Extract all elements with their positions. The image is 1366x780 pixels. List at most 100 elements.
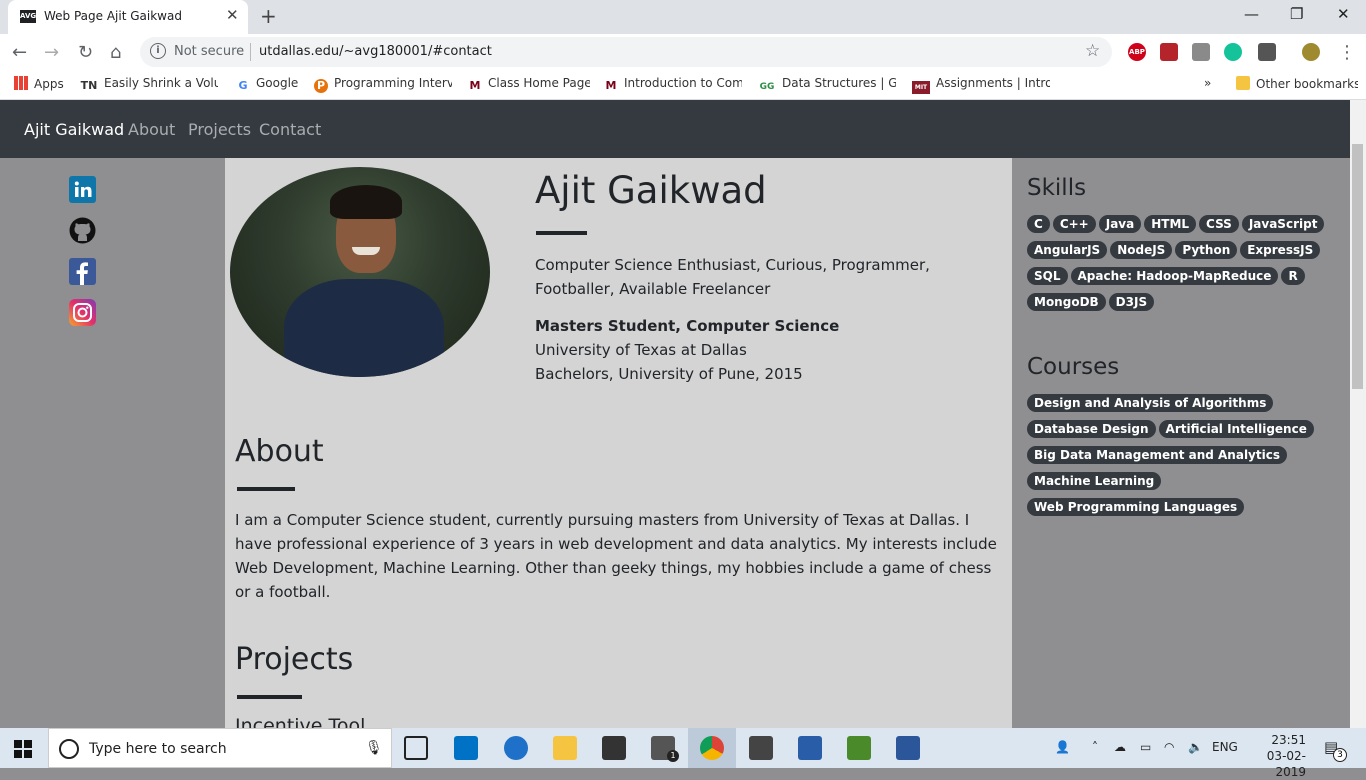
photo-hair: [330, 185, 402, 219]
tab-strip: AVG Web Page Ajit Gaikwad ✕ + — ❐ ✕: [0, 0, 1366, 34]
windows-taskbar: Type here to search 🎙 1 👤 ˄ ☁ ▭ ◠ 🔈 ENG …: [0, 728, 1366, 779]
chrome-icon[interactable]: [700, 736, 724, 760]
navbar-brand[interactable]: Ajit Gaikwad: [24, 120, 124, 139]
nav-link-projects[interactable]: Projects: [188, 120, 251, 139]
reload-icon[interactable]: ↻: [78, 42, 93, 63]
name-underline: [536, 231, 587, 235]
battery-icon[interactable]: ▭: [1140, 740, 1151, 754]
course-badge: Machine Learning: [1027, 472, 1162, 490]
skill-badge: MongoDB: [1027, 293, 1106, 311]
page-scrollbar[interactable]: [1350, 100, 1366, 728]
back-icon[interactable]: ←: [12, 42, 27, 63]
profile-avatar[interactable]: [1302, 43, 1320, 61]
new-tab-icon[interactable]: +: [260, 4, 277, 28]
skill-badge: HTML: [1144, 215, 1197, 233]
adblock-icon[interactable]: ABP: [1128, 43, 1146, 61]
browser-tab[interactable]: AVG Web Page Ajit Gaikwad ✕: [8, 0, 248, 34]
skills-badges: C C++ Java HTML CSS JavaScript AngularJS NodeJS…: [1027, 213, 1350, 317]
bookmarks-overflow[interactable]: »: [1204, 76, 1218, 94]
chevron-up-icon[interactable]: ˄: [1092, 740, 1098, 754]
courses-heading: Courses: [1027, 354, 1120, 380]
scrollbar-thumb[interactable]: [1352, 144, 1363, 389]
browser-chrome: AVG Web Page Ajit Gaikwad ✕ + — ❐ ✕ ← → …: [0, 0, 1366, 100]
avg-favicon-icon: AVG: [20, 10, 36, 23]
bookmark-other[interactable]: Other bookmarks: [1236, 76, 1358, 94]
bookmark-programming-interview[interactable]: PProgramming Interview: [314, 76, 452, 94]
mail-badge: 1: [667, 750, 679, 762]
skills-sidebar: Skills C C++ Java HTML CSS JavaScript AngularJ…: [1012, 158, 1350, 728]
github-icon[interactable]: [69, 217, 96, 244]
site-navbar: Ajit Gaikwad About Projects Contact: [0, 100, 1350, 158]
grammarly-icon[interactable]: [1224, 43, 1242, 61]
bookmark-apps[interactable]: Apps: [14, 76, 74, 94]
microphone-icon[interactable]: 🎙: [365, 740, 383, 756]
page-viewport: Ajit Gaikwad About Projects Contact Ajit…: [0, 100, 1350, 728]
volume-icon[interactable]: 🔈: [1188, 740, 1203, 754]
notification-count: 3: [1333, 748, 1347, 762]
onedrive-icon[interactable]: ☁: [1114, 740, 1126, 754]
edge-icon[interactable]: [504, 736, 528, 760]
search-placeholder: Type here to search: [89, 741, 227, 757]
taskbar-search[interactable]: Type here to search 🎙: [48, 728, 392, 768]
project-title: Incentive Tool: [235, 715, 366, 728]
course-badge: Design and Analysis of Algorithms: [1027, 394, 1274, 412]
bookmark-star-icon[interactable]: ☆: [1085, 41, 1100, 61]
notepad-icon[interactable]: [847, 736, 871, 760]
skill-badge: Python: [1175, 241, 1238, 259]
bookmarks-bar: Apps TNEasily Shrink a Volume GGoogle PP…: [0, 70, 1366, 100]
bookmark-data-structures[interactable]: GGData Structures | Gee: [758, 76, 896, 94]
language-indicator[interactable]: ENG: [1212, 740, 1238, 754]
forward-icon[interactable]: →: [44, 42, 59, 63]
instagram-icon[interactable]: [69, 299, 96, 326]
bookmark-google[interactable]: G Google: [236, 76, 298, 94]
outlook-icon[interactable]: [454, 736, 478, 760]
apps-grid-icon: [14, 76, 28, 90]
google-icon: G: [238, 79, 248, 92]
address-bar[interactable]: i Not secure utdallas.edu/~avg180001/#co…: [140, 37, 1112, 67]
close-window-icon[interactable]: ✕: [1337, 5, 1350, 23]
geeksforgeeks-icon: GG: [759, 82, 775, 92]
facebook-icon[interactable]: [69, 258, 96, 285]
pen-extension-icon[interactable]: [1258, 43, 1276, 61]
word-icon[interactable]: [896, 736, 920, 760]
skill-badge: JavaScript: [1241, 215, 1325, 233]
file-explorer-icon[interactable]: [553, 736, 577, 760]
skills-heading: Skills: [1027, 175, 1087, 201]
skill-badge: AngularJS: [1027, 241, 1108, 259]
close-tab-icon[interactable]: ✕: [226, 6, 239, 24]
home-icon[interactable]: ⌂: [110, 42, 121, 63]
snipping-tool-icon[interactable]: [749, 736, 773, 760]
profile-degree: Masters Student, Computer Science: [535, 317, 840, 335]
skill-badge: C: [1027, 215, 1050, 233]
remote-desktop-icon[interactable]: [798, 736, 822, 760]
clock-time: 23:51: [1271, 733, 1306, 747]
people-icon[interactable]: 👤: [1055, 740, 1070, 754]
bookmark-assignments[interactable]: MITAssignments | Introdu: [912, 76, 1050, 94]
browser-toolbar: ← → ↻ ⌂ i Not secure utdallas.edu/~avg18…: [0, 34, 1366, 70]
info-icon[interactable]: i: [150, 43, 166, 59]
url-text[interactable]: utdallas.edu/~avg180001/#contact: [259, 44, 492, 59]
task-view-icon[interactable]: [404, 736, 428, 760]
bookmark-class-home[interactable]: M Class Home Pages: [468, 76, 590, 94]
tn-icon: TN: [80, 79, 98, 92]
windows-start-icon[interactable]: [14, 740, 32, 758]
mail-icon[interactable]: 1: [651, 736, 679, 762]
minimize-icon[interactable]: —: [1244, 5, 1259, 23]
course-badge: Web Programming Languages: [1027, 498, 1245, 516]
bookmark-shrink-volume[interactable]: TNEasily Shrink a Volume: [80, 76, 218, 94]
nav-link-contact[interactable]: Contact: [259, 120, 321, 139]
pdf-extension-icon[interactable]: [1160, 43, 1178, 61]
metrics-extension-icon[interactable]: [1192, 43, 1210, 61]
programming-icon: P: [314, 79, 328, 93]
wifi-icon[interactable]: ◠: [1164, 740, 1174, 754]
menu-icon[interactable]: ⋮: [1338, 42, 1356, 63]
store-icon[interactable]: [602, 736, 626, 760]
projects-underline: [237, 695, 302, 699]
restore-icon[interactable]: ❐: [1290, 5, 1303, 23]
about-underline: [237, 487, 295, 491]
system-clock[interactable]: 23:51 03-02-2019: [1250, 732, 1306, 780]
skill-badge: C++: [1052, 215, 1096, 233]
bookmark-intro-comp[interactable]: M Introduction to Comp: [604, 76, 742, 94]
nav-link-about[interactable]: About: [128, 120, 175, 139]
linkedin-icon[interactable]: [69, 176, 96, 203]
